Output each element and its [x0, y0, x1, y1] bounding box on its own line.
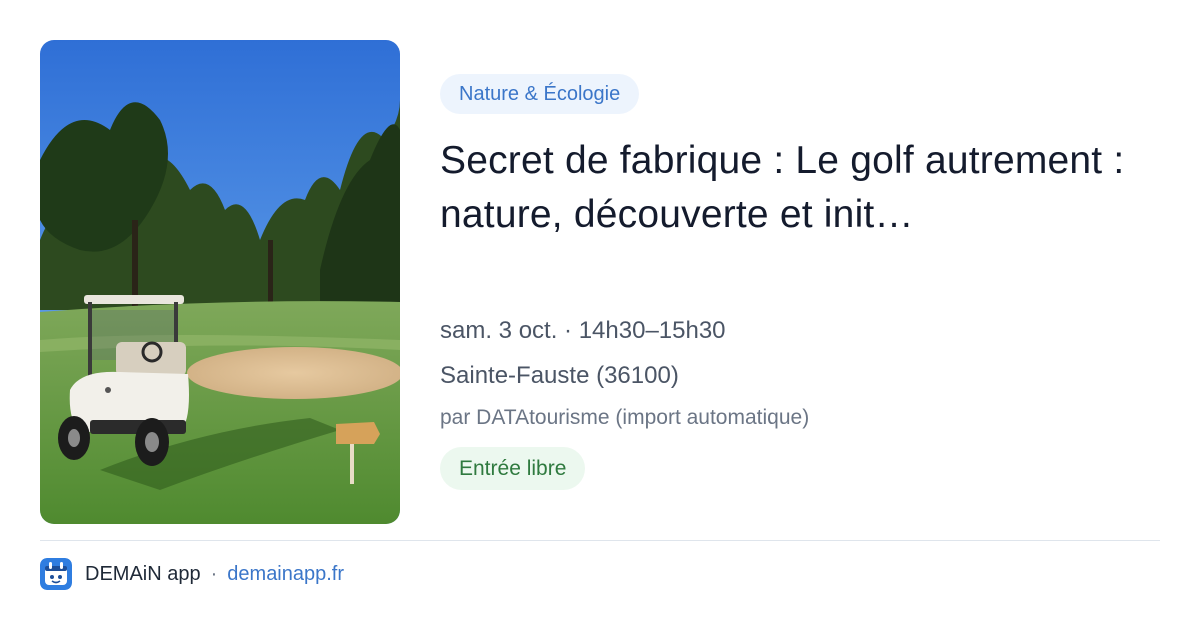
footer: DEMAiN app · demainapp.fr	[40, 558, 344, 590]
event-image	[40, 40, 400, 524]
price-chip: Entrée libre	[440, 447, 586, 490]
event-source: par DATAtourisme (import automatique)	[440, 406, 810, 429]
golf-course-photo	[40, 40, 400, 524]
app-url-link[interactable]: demainapp.fr	[227, 563, 344, 586]
category-chip: Nature & Écologie	[440, 74, 640, 114]
demain-app-logo-icon	[40, 558, 72, 590]
event-location: Sainte-Fauste (36100)	[440, 362, 679, 389]
footer-divider	[40, 540, 1160, 541]
app-name: DEMAiN app	[85, 562, 201, 585]
event-datetime: sam. 3 oct. · 14h30–15h30	[440, 317, 726, 344]
event-title: Secret de fabrique : Le golf autrement :…	[440, 139, 1125, 236]
footer-separator: ·	[210, 562, 218, 585]
